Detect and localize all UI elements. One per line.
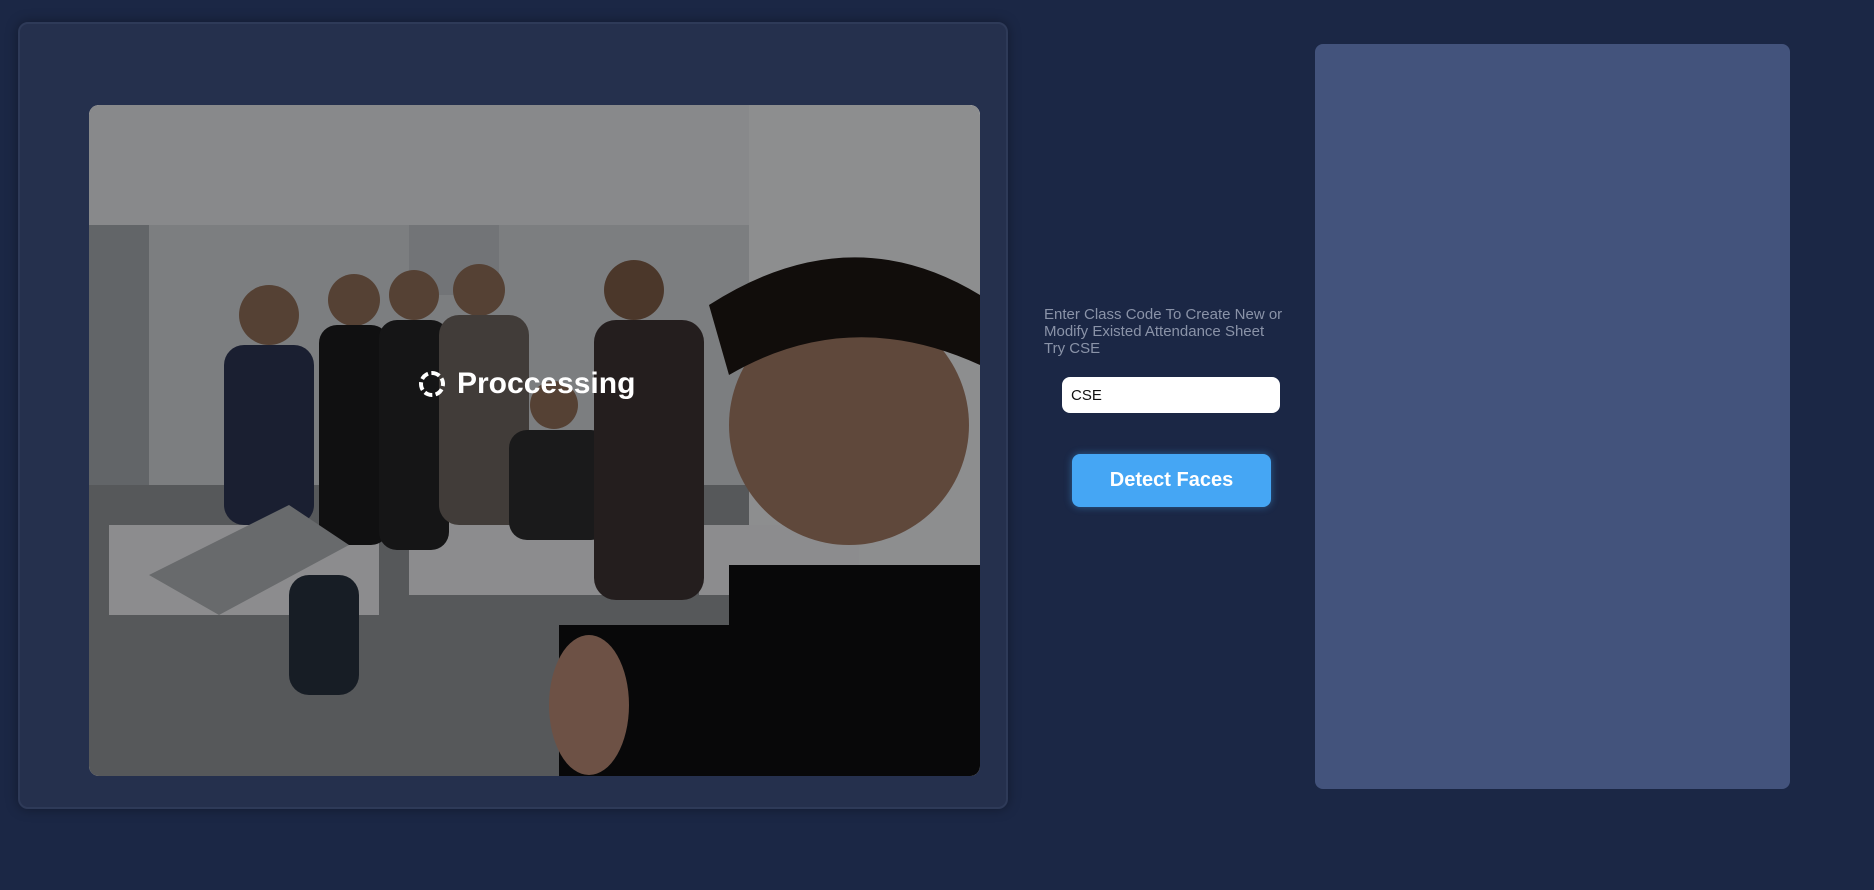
- processing-label: Proccessing: [457, 367, 636, 400]
- uploaded-class-photo: Proccessing: [89, 105, 980, 776]
- image-panel: Proccessing: [18, 22, 1008, 809]
- prompt-line-1: Enter Class Code To Create New or: [1044, 306, 1283, 323]
- spinner-icon: [419, 371, 445, 397]
- results-panel: [1315, 44, 1790, 789]
- processing-overlay: [89, 105, 980, 776]
- prompt-line-2: Modify Existed Attendance Sheet: [1044, 323, 1265, 340]
- class-code-prompt: Enter Class Code To Create New or Modify…: [1044, 306, 1294, 357]
- detect-faces-button[interactable]: Detect Faces: [1072, 454, 1271, 507]
- app-root: Proccessing Enter Class Code To Create N…: [0, 0, 1874, 890]
- controls-panel: Enter Class Code To Create New or Modify…: [1044, 306, 1294, 507]
- processing-indicator: Proccessing: [419, 367, 635, 401]
- class-code-input[interactable]: [1062, 377, 1280, 413]
- prompt-line-3: Try CSE: [1044, 340, 1101, 357]
